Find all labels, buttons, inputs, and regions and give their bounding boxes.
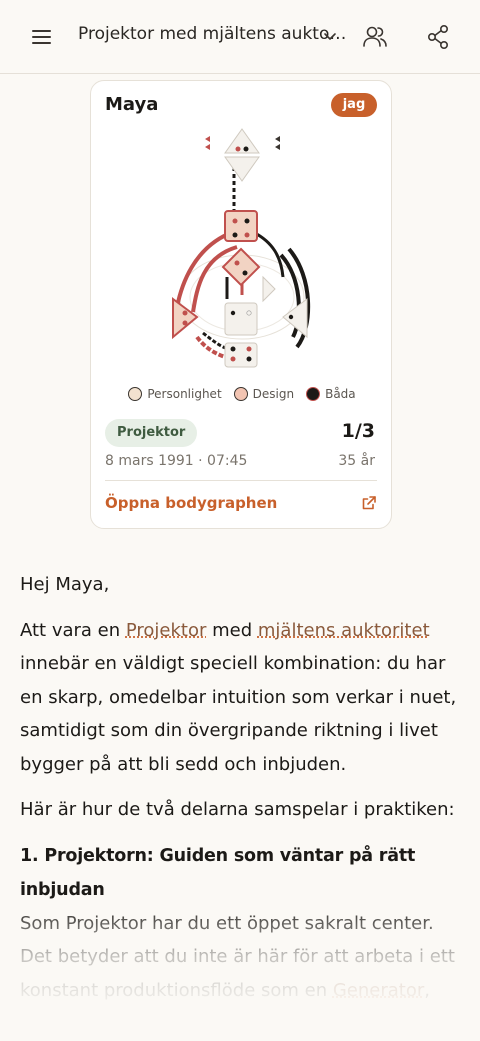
bodygraph-image [163,127,321,377]
type-pill: Projektor [105,419,197,447]
arrow-icon [205,144,210,150]
assistant-message: Hej Maya, Att vara en Projektor med mjäl… [20,568,464,1041]
authority-link[interactable]: mjältens auktoritet [258,620,430,641]
age-value: 35 år [338,453,375,469]
top-bar: Projektor med mjältens aukto… [0,0,480,74]
ajna-center [225,157,259,181]
throat-center [225,211,257,241]
heart-center [263,277,275,301]
legend-personality: Personlighet [128,387,221,401]
chevron-down-icon[interactable] [322,28,338,44]
legend-both: Båda [306,387,356,401]
share-icon[interactable] [426,24,450,50]
arrow-icon [205,136,210,142]
legend-design: Design [234,387,294,401]
personality-dot-icon [128,387,142,401]
bodygraph-legend: Personlighet Design Båda [91,387,393,401]
hamburger-menu-icon[interactable] [28,24,56,50]
arrow-icon [275,136,280,142]
paragraph-projector: Som Projektor har du ett öppet sakralt c… [20,907,464,1041]
open-bodygraph-link[interactable]: Öppna bodygraphen [105,494,277,512]
both-dot-icon [306,387,320,401]
design-dot-icon [234,387,248,401]
bodygraph-card[interactable]: Maya jag Personlighet Design Båda Projek… [90,80,392,529]
section-heading: 1. Projektorn: Guiden som väntar på rätt… [20,839,464,907]
profile-value: 1/3 [342,420,375,442]
greeting: Hej Maya, [20,568,464,602]
conversation-title[interactable]: Projektor med mjältens aukto… [78,24,346,44]
arrow-icon [275,144,280,150]
projektor-link[interactable]: Projektor [126,620,207,641]
paragraph-intro: Att vara en Projektor med mjältens aukto… [20,614,464,782]
root-center [225,343,257,367]
head-center [225,129,259,153]
birth-datetime: 8 mars 1991 · 07:45 [105,453,247,469]
divider [105,480,377,481]
external-link-icon[interactable] [361,495,377,511]
sacral-center [225,303,257,335]
people-icon[interactable] [362,24,388,50]
paragraph-practice: Här är hur de två delarna samspelar i pr… [20,793,464,827]
self-badge: jag [331,93,377,117]
generator-link[interactable]: Generator [333,980,424,1001]
chart-owner-name: Maya [105,94,158,115]
